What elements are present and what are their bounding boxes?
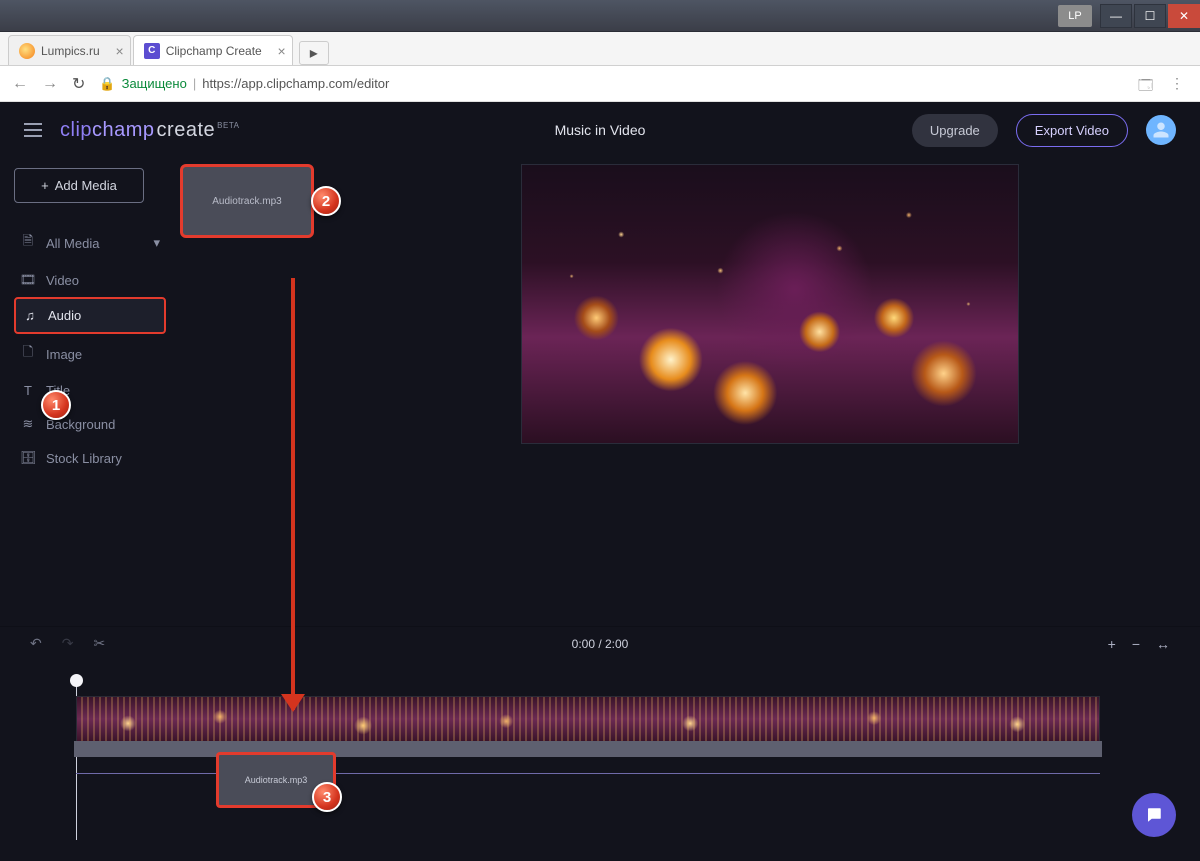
window-close-button[interactable]: ✕: [1168, 4, 1200, 28]
timeline-toolbar: ↶ ↷ ✂ 0:00 / 2:00 + − ↔: [0, 626, 1200, 660]
annotation-step-2: 2: [311, 186, 341, 216]
hamburger-menu-icon[interactable]: [24, 123, 42, 137]
library-icon: 🗄: [20, 450, 36, 466]
browser-tabs: Lumpics.ru × C Clipchamp Create × ▸: [0, 32, 1200, 66]
media-thumbnail-audio[interactable]: Audiotrack.mp3: [180, 164, 314, 238]
sidebar-item-title[interactable]: T Title: [14, 374, 166, 407]
timeline[interactable]: Audiotrack.mp3: [0, 660, 1200, 846]
tab-close-icon[interactable]: ×: [278, 43, 286, 59]
nav-forward-icon[interactable]: →: [42, 75, 58, 93]
app-logo: clipchampcreateBETA: [60, 119, 239, 142]
tab-favicon-lumpics: [19, 43, 35, 59]
annotation-step-1: 1: [41, 390, 71, 420]
nav-reload-icon[interactable]: ↻: [72, 74, 85, 94]
layers-icon: ≋: [20, 416, 36, 432]
upgrade-button[interactable]: Upgrade: [912, 114, 998, 147]
sidebar-item-stock-library[interactable]: 🗄 Stock Library: [14, 441, 166, 475]
annotation-arrow: [291, 278, 295, 710]
tab-favicon-clipchamp: C: [144, 43, 160, 59]
address-bar: ← → ↻ 🔒 Защищено | https://app.clipchamp…: [0, 66, 1200, 102]
lp-badge: LP: [1058, 5, 1092, 27]
plus-icon: +: [41, 178, 49, 193]
sidebar-item-video[interactable]: 🎞 Video: [14, 263, 166, 297]
app-viewport: clipchampcreateBETA Music in Video Upgra…: [0, 102, 1200, 861]
tab-title: Lumpics.ru: [41, 44, 100, 58]
menu-dots-icon[interactable]: ⋮: [1170, 75, 1188, 93]
video-preview[interactable]: [521, 164, 1019, 444]
fit-icon[interactable]: ↔: [1156, 636, 1170, 652]
url-text: https://app.clipchamp.com/editor: [202, 76, 389, 91]
export-video-button[interactable]: Export Video: [1016, 114, 1128, 147]
sidebar-item-audio[interactable]: ♫ Audio: [14, 297, 166, 334]
add-media-button[interactable]: + Add Media: [14, 168, 144, 203]
browser-tab[interactable]: C Clipchamp Create ×: [133, 35, 293, 65]
text-icon: T: [20, 383, 36, 398]
media-sidebar: + Add Media 🗎 All Media ▾ 🎞 Video ♫ Audi…: [0, 158, 180, 626]
app-header: clipchampcreateBETA Music in Video Upgra…: [0, 102, 1200, 158]
split-icon[interactable]: ✂: [93, 635, 105, 652]
media-panel: Audiotrack.mp3: [180, 158, 400, 626]
video-track[interactable]: [76, 696, 1100, 742]
browser-titlebar: LP — ☐ ✕: [0, 0, 1200, 32]
browser-tab[interactable]: Lumpics.ru ×: [8, 35, 131, 65]
nav-back-icon[interactable]: ←: [12, 75, 28, 93]
sidebar-item-all-media[interactable]: 🗎 All Media ▾: [14, 223, 166, 263]
film-icon: 🎞: [20, 272, 36, 288]
project-title[interactable]: Music in Video: [555, 122, 646, 138]
window-minimize-button[interactable]: —: [1100, 4, 1132, 28]
music-note-icon: ♫: [22, 308, 38, 323]
tab-close-icon[interactable]: ×: [116, 43, 124, 59]
zoom-in-icon[interactable]: +: [1108, 636, 1116, 652]
sidebar-item-background[interactable]: ≋ Background: [14, 407, 166, 441]
window-maximize-button[interactable]: ☐: [1134, 4, 1166, 28]
chevron-down-icon: ▾: [153, 235, 160, 251]
url-field[interactable]: 🔒 Защищено | https://app.clipchamp.com/e…: [99, 76, 1124, 92]
redo-icon[interactable]: ↷: [62, 635, 74, 652]
user-avatar[interactable]: [1146, 115, 1176, 145]
image-icon: 🗋: [20, 343, 36, 365]
annotation-step-3: 3: [312, 782, 342, 812]
timecode: 0:00 / 2:00: [572, 637, 629, 651]
intercom-chat-button[interactable]: [1132, 793, 1176, 837]
translate-icon[interactable]: 🗔: [1138, 75, 1156, 93]
new-tab-button[interactable]: ▸: [299, 41, 329, 65]
zoom-out-icon[interactable]: −: [1132, 636, 1140, 652]
secure-label: Защищено: [122, 76, 187, 91]
lock-icon: 🔒: [99, 76, 115, 92]
sidebar-item-image[interactable]: 🗋 Image: [14, 334, 166, 374]
undo-icon[interactable]: ↶: [30, 635, 42, 652]
tab-title: Clipchamp Create: [166, 44, 262, 58]
preview-area: [400, 158, 1200, 626]
file-icon: 🗎: [20, 232, 36, 254]
